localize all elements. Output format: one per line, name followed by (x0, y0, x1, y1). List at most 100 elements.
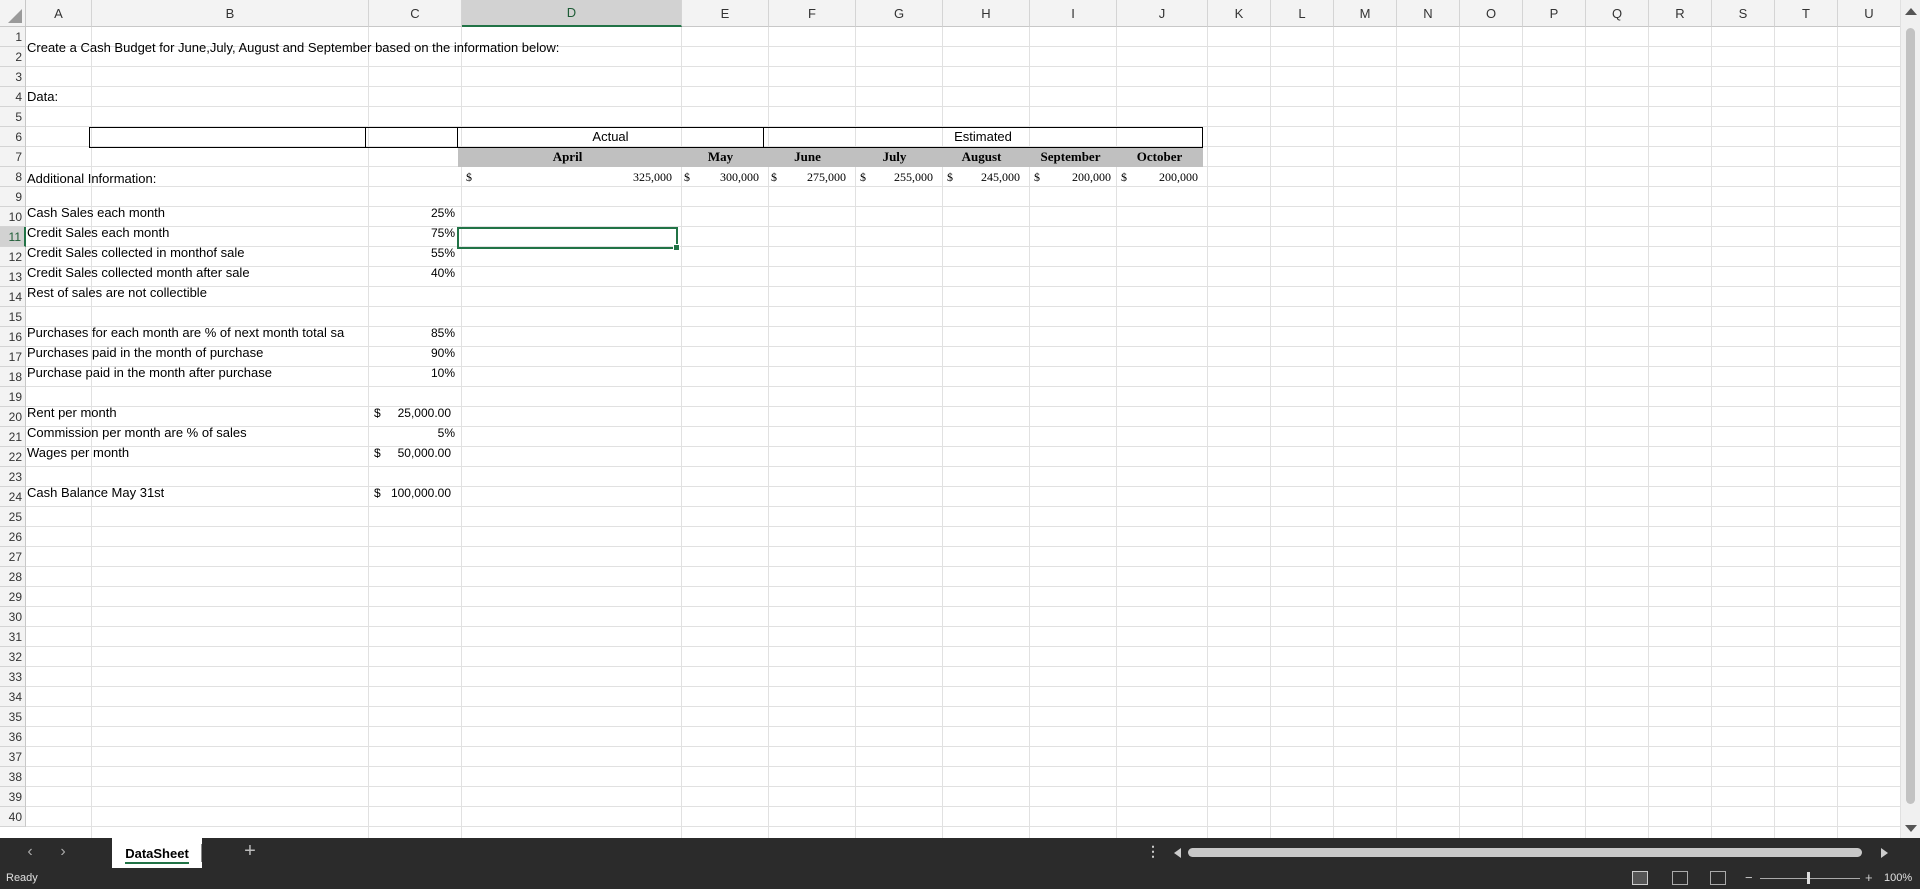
cell-C26[interactable]: 100,000.00 (366, 483, 451, 503)
row-header-2[interactable]: 2 (0, 47, 26, 67)
cell-C24[interactable]: 50,000.00 (366, 443, 451, 463)
actual-label[interactable]: Actual (457, 127, 764, 147)
cell-C23[interactable]: 5% (366, 423, 455, 443)
cell-B18[interactable]: Purchases for each month are % of next m… (27, 323, 365, 343)
zoom-in-button[interactable]: + (1865, 870, 1873, 885)
month-august[interactable]: August (938, 147, 1025, 167)
month-october[interactable]: October (1116, 147, 1203, 167)
row-header-31[interactable]: 31 (0, 627, 26, 647)
more-options-icon[interactable]: ⋮ (1146, 843, 1160, 860)
month-june[interactable]: June (764, 147, 851, 167)
cell-C14[interactable]: 55% (366, 243, 455, 263)
cell-B15[interactable]: Credit Sales collected month after sale (27, 263, 250, 283)
cell-grid[interactable]: Create a Cash Budget for June,July, Augu… (26, 27, 1900, 838)
previous-sheet-icon[interactable]: ‹ (20, 843, 40, 861)
column-header-b[interactable]: B (92, 0, 369, 27)
row-header-34[interactable]: 34 (0, 687, 26, 707)
month-april[interactable]: April (458, 147, 677, 167)
zoom-level[interactable]: 100% (1884, 872, 1912, 884)
cell-B23[interactable]: Commission per month are % of sales (27, 423, 247, 443)
row-header-39[interactable]: 39 (0, 787, 26, 807)
scroll-up-icon[interactable] (1905, 8, 1917, 15)
estimated-label[interactable]: Estimated (763, 127, 1203, 147)
column-header-m[interactable]: M (1334, 0, 1397, 27)
normal-view-icon[interactable] (1632, 871, 1648, 885)
row-header-3[interactable]: 3 (0, 67, 26, 87)
september-sales[interactable]: 200,000 (1025, 167, 1111, 187)
cell-C13[interactable]: 75% (366, 223, 455, 243)
row-header-29[interactable]: 29 (0, 587, 26, 607)
row-header-10[interactable]: 10 (0, 207, 26, 227)
row-header-30[interactable]: 30 (0, 607, 26, 627)
april-sales[interactable]: 325,000 (458, 167, 672, 187)
month-september[interactable]: September (1025, 147, 1116, 167)
row-header-16[interactable]: 16 (0, 327, 26, 347)
cell-C15[interactable]: 40% (366, 263, 455, 283)
cell-B24[interactable]: Wages per month (27, 443, 129, 463)
column-header-t[interactable]: T (1775, 0, 1838, 27)
row-header-18[interactable]: 18 (0, 367, 26, 387)
cell-B22[interactable]: Rent per month (27, 403, 117, 423)
row-header-36[interactable]: 36 (0, 727, 26, 747)
month-may[interactable]: May (677, 147, 764, 167)
june-sales[interactable]: 275,000 (764, 167, 846, 187)
row-header-37[interactable]: 37 (0, 747, 26, 767)
column-header-p[interactable]: P (1523, 0, 1586, 27)
cell-B14[interactable]: Credit Sales collected in monthof sale (27, 243, 245, 263)
column-header-o[interactable]: O (1460, 0, 1523, 27)
cell-B26[interactable]: Cash Balance May 31st (27, 483, 164, 503)
may-sales[interactable]: 300,000 (677, 167, 759, 187)
column-header-q[interactable]: Q (1586, 0, 1649, 27)
vertical-scroll-thumb[interactable] (1906, 28, 1915, 804)
row-header-23[interactable]: 23 (0, 467, 26, 487)
spreadsheet-area[interactable]: ABCDEFGHIJKLMNOPQRSTU 1 2 3 4 5 6 7 8 9 10 11 12 13 1… (0, 0, 1900, 838)
row-header-40[interactable]: 40 (0, 807, 26, 827)
row-header-1[interactable]: 1 (0, 27, 26, 47)
row-header-9[interactable]: 9 (0, 187, 26, 207)
cell-C19[interactable]: 90% (366, 343, 455, 363)
column-header-i[interactable]: I (1030, 0, 1117, 27)
zoom-out-button[interactable]: − (1745, 870, 1753, 885)
cell-C22[interactable]: 25,000.00 (366, 403, 451, 423)
vertical-scrollbar[interactable] (1900, 0, 1920, 838)
row-header-22[interactable]: 22 (0, 447, 26, 467)
row-header-4[interactable]: 4 (0, 87, 26, 107)
row-header-6[interactable]: 6 (0, 127, 26, 147)
cell-B13[interactable]: Credit Sales each month (27, 223, 169, 243)
row-header-33[interactable]: 33 (0, 667, 26, 687)
column-header-u[interactable]: U (1838, 0, 1900, 27)
cell-B19[interactable]: Purchases paid in the month of purchase (27, 343, 263, 363)
select-all-button[interactable] (0, 0, 26, 27)
row-header-20[interactable]: 20 (0, 407, 26, 427)
column-header-j[interactable]: J (1117, 0, 1208, 27)
row-header-27[interactable]: 27 (0, 547, 26, 567)
scroll-right-icon[interactable] (1881, 848, 1888, 858)
cell-B5[interactable]: Data: (27, 87, 58, 107)
row-header-24[interactable]: 24 (0, 487, 26, 507)
row-header-35[interactable]: 35 (0, 707, 26, 727)
cell-B12[interactable]: Cash Sales each month (27, 203, 165, 223)
sheet-tab-datasheet[interactable]: DataSheet (112, 838, 202, 868)
row-header-8[interactable]: 8 (0, 167, 26, 187)
column-header-h[interactable]: H (943, 0, 1030, 27)
column-header-c[interactable]: C (369, 0, 462, 27)
add-sheet-button[interactable]: + (238, 840, 262, 863)
cell-C12[interactable]: 25% (366, 203, 455, 223)
month-july[interactable]: July (851, 147, 938, 167)
horizontal-scrollbar[interactable] (1172, 846, 1890, 860)
horizontal-scroll-thumb[interactable] (1188, 848, 1862, 857)
column-header-r[interactable]: R (1649, 0, 1712, 27)
row-header-15[interactable]: 15 (0, 307, 26, 327)
cell-C18[interactable]: 85% (366, 323, 455, 343)
column-header-n[interactable]: N (1397, 0, 1460, 27)
column-header-e[interactable]: E (682, 0, 769, 27)
column-header-s[interactable]: S (1712, 0, 1775, 27)
july-sales[interactable]: 255,000 (851, 167, 933, 187)
next-sheet-icon[interactable]: › (53, 843, 73, 861)
row-header-21[interactable]: 21 (0, 427, 26, 447)
fill-handle[interactable] (673, 244, 680, 251)
cell-B2[interactable]: Create a Cash Budget for June,July, Augu… (27, 38, 559, 58)
row-header-13[interactable]: 13 (0, 267, 26, 287)
row-header-38[interactable]: 38 (0, 767, 26, 787)
row-header-26[interactable]: 26 (0, 527, 26, 547)
